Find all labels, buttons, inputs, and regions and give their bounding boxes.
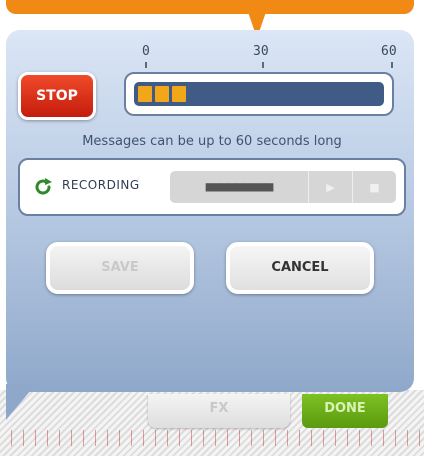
- progress-segment: [155, 86, 169, 102]
- scale-tick: [391, 62, 393, 68]
- stop-button[interactable]: STOP: [18, 72, 96, 120]
- scale-tick: [145, 62, 147, 68]
- timer-display: ■■■■■■■■■: [205, 179, 274, 195]
- progress-segment: [172, 86, 186, 102]
- save-button[interactable]: SAVE: [46, 242, 194, 294]
- stop-square-icon: ■: [369, 180, 380, 194]
- recording-status-label: RECORDING: [62, 178, 140, 192]
- scale-tick: [262, 62, 264, 68]
- top-toolbar-bar: [6, 0, 414, 14]
- play-icon: ▶: [326, 180, 335, 194]
- scale-label-30: 30: [253, 44, 269, 59]
- speech-bubble-tail: [6, 384, 36, 420]
- play-button[interactable]: ▶: [308, 171, 352, 203]
- stop-playback-button[interactable]: ■: [352, 171, 396, 203]
- recording-status-bar: RECORDING ■■■■■■■■■ ▶ ■: [18, 158, 406, 216]
- length-hint: Messages can be up to 60 seconds long: [82, 134, 342, 149]
- progress-segment: [138, 86, 152, 102]
- progress-track: [134, 82, 384, 106]
- done-button[interactable]: DONE: [302, 394, 388, 428]
- playback-controls: ■■■■■■■■■ ▶ ■: [170, 171, 396, 203]
- scale-label-0: 0: [142, 44, 150, 59]
- cancel-button[interactable]: CANCEL: [226, 242, 374, 294]
- timeline-ticks: [0, 430, 424, 446]
- scale-label-60: 60: [381, 44, 397, 59]
- progress-fill: [138, 86, 186, 102]
- recording-progress-meter: [124, 72, 394, 116]
- refresh-icon: [35, 178, 52, 195]
- fx-button[interactable]: FX: [148, 394, 290, 428]
